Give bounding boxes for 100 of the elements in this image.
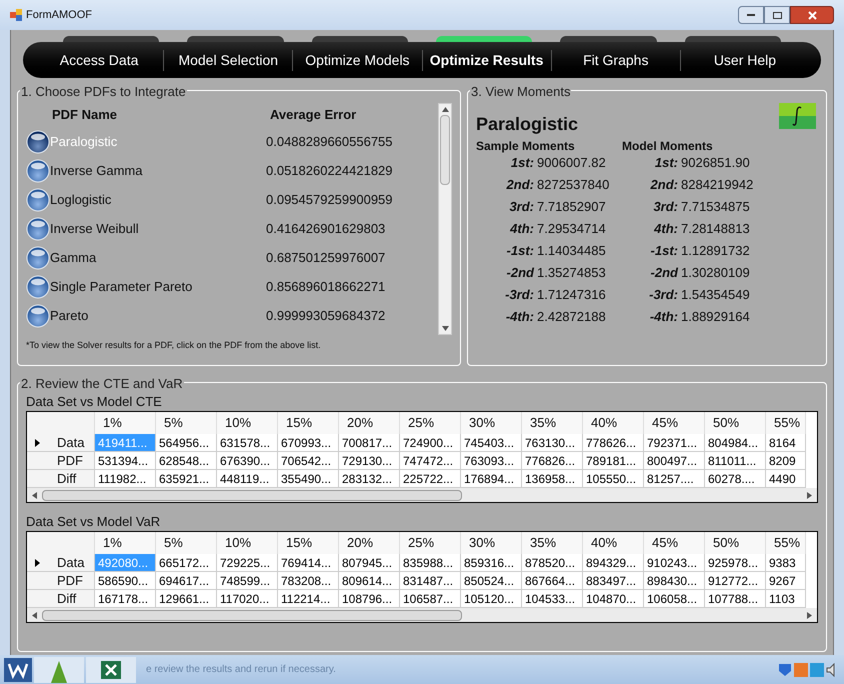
table-cell[interactable]: 789181... xyxy=(583,452,644,470)
table-cell[interactable]: 105550... xyxy=(583,470,644,488)
column-header[interactable]: 15% xyxy=(278,412,339,434)
column-header[interactable]: 15% xyxy=(278,532,339,554)
table-cell[interactable]: 747472... xyxy=(400,452,461,470)
table-cell[interactable]: 586590... xyxy=(95,572,156,590)
table-cell[interactable]: 783208... xyxy=(278,572,339,590)
vertical-scrollbar[interactable] xyxy=(438,103,452,335)
integral-icon[interactable] xyxy=(779,103,816,129)
table-cell[interactable]: 106058... xyxy=(644,590,705,608)
table-cell[interactable]: 912772... xyxy=(705,572,766,590)
pdf-list-item[interactable]: Pareto 0.999993059684372 xyxy=(26,301,438,330)
close-button[interactable] xyxy=(790,6,834,24)
row-header[interactable]: PDF xyxy=(27,572,95,590)
table-cell[interactable]: 894329... xyxy=(583,554,644,572)
pdf-list-item[interactable]: Loglogistic 0.0954579259900959 xyxy=(26,185,438,214)
table-cell[interactable]: 4490 xyxy=(766,470,806,488)
table-cell[interactable]: 670993... xyxy=(278,434,339,452)
column-header[interactable]: 40% xyxy=(583,412,644,434)
column-header[interactable]: 35% xyxy=(522,532,583,554)
column-header[interactable]: 1% xyxy=(95,412,156,434)
table-cell[interactable]: 745403... xyxy=(461,434,522,452)
table-cell[interactable]: 800497... xyxy=(644,452,705,470)
table-cell[interactable]: 283132... xyxy=(339,470,400,488)
table-cell[interactable]: 117020... xyxy=(217,590,278,608)
row-header[interactable]: Data xyxy=(27,434,95,452)
table-cell[interactable]: 531394... xyxy=(95,452,156,470)
table-cell[interactable]: 804984... xyxy=(705,434,766,452)
table-cell[interactable]: 769414... xyxy=(278,554,339,572)
table-cell[interactable]: 60278.... xyxy=(705,470,766,488)
table-cell[interactable]: 136958... xyxy=(522,470,583,488)
column-header[interactable]: 20% xyxy=(339,412,400,434)
table-cell[interactable]: 878520... xyxy=(522,554,583,572)
table-cell[interactable]: 748599... xyxy=(217,572,278,590)
table-cell[interactable]: 850524... xyxy=(461,572,522,590)
table-cell[interactable]: 105120... xyxy=(461,590,522,608)
table-cell[interactable]: 700817... xyxy=(339,434,400,452)
column-header[interactable]: 30% xyxy=(461,412,522,434)
document-app-icon[interactable] xyxy=(4,658,32,682)
tab[interactable]: Fit Graphs xyxy=(550,50,680,70)
table-cell[interactable]: 883497... xyxy=(583,572,644,590)
column-header[interactable]: 10% xyxy=(217,532,278,554)
pdf-list-item[interactable]: Inverse Weibull 0.416426901629803 xyxy=(26,214,438,243)
table-cell[interactable]: 111982... xyxy=(95,470,156,488)
table-cell[interactable]: 167178... xyxy=(95,590,156,608)
pdf-list-item[interactable]: Gamma 0.687501259976007 xyxy=(26,243,438,272)
table-cell[interactable]: 778626... xyxy=(583,434,644,452)
table-cell[interactable]: 635921... xyxy=(156,470,217,488)
table-cell[interactable]: 867664... xyxy=(522,572,583,590)
table-cell[interactable]: 763093... xyxy=(461,452,522,470)
tab[interactable]: Optimize Models xyxy=(292,50,422,70)
table-cell[interactable]: 106587... xyxy=(400,590,461,608)
table-cell[interactable]: 628548... xyxy=(156,452,217,470)
table-cell[interactable]: 665172... xyxy=(156,554,217,572)
scroll-right-icon[interactable] xyxy=(807,612,812,618)
column-header[interactable]: 5% xyxy=(156,412,217,434)
table-cell[interactable]: 809614... xyxy=(339,572,400,590)
maximize-button[interactable] xyxy=(764,6,790,24)
table-cell[interactable]: 792371... xyxy=(644,434,705,452)
table-cell[interactable]: 724900... xyxy=(400,434,461,452)
row-header[interactable]: Diff xyxy=(27,470,95,488)
scroll-down-icon[interactable] xyxy=(442,326,448,331)
column-header[interactable]: 50% xyxy=(705,532,766,554)
row-header[interactable]: PDF xyxy=(27,452,95,470)
column-header[interactable]: 20% xyxy=(339,532,400,554)
table-cell[interactable]: 564956... xyxy=(156,434,217,452)
minimize-button[interactable] xyxy=(738,6,764,24)
scroll-left-icon[interactable] xyxy=(32,612,37,618)
table-cell[interactable]: 811011... xyxy=(705,452,766,470)
table-cell[interactable]: 176894... xyxy=(461,470,522,488)
tab[interactable]: Access Data xyxy=(35,50,164,70)
column-header[interactable]: 25% xyxy=(400,532,461,554)
table-cell[interactable]: 129661... xyxy=(156,590,217,608)
scroll-right-icon[interactable] xyxy=(807,492,812,498)
table-cell[interactable]: 729130... xyxy=(339,452,400,470)
column-header[interactable]: 5% xyxy=(156,532,217,554)
row-header[interactable]: Diff xyxy=(27,590,95,608)
pdf-list-item[interactable]: Inverse Gamma 0.0518260224421829 xyxy=(26,156,438,185)
table-cell[interactable]: 676390... xyxy=(217,452,278,470)
table-cell[interactable]: 807945... xyxy=(339,554,400,572)
column-header[interactable]: 45% xyxy=(644,412,705,434)
column-header[interactable]: 25% xyxy=(400,412,461,434)
close-icon[interactable] xyxy=(808,10,816,20)
row-header[interactable]: Data xyxy=(27,554,95,572)
scroll-up-icon[interactable] xyxy=(442,107,448,112)
shield-icon[interactable] xyxy=(778,662,792,676)
table-cell[interactable]: 1103 xyxy=(766,590,806,608)
column-header[interactable]: 35% xyxy=(522,412,583,434)
table-cell[interactable]: 104870... xyxy=(583,590,644,608)
column-header[interactable]: 45% xyxy=(644,532,705,554)
column-header[interactable]: 55% xyxy=(766,532,806,554)
table-cell[interactable]: 448119... xyxy=(217,470,278,488)
table-cell[interactable]: 694617... xyxy=(156,572,217,590)
table-cell[interactable]: 910243... xyxy=(644,554,705,572)
table-cell[interactable]: 831487... xyxy=(400,572,461,590)
tab[interactable]: Model Selection xyxy=(163,50,292,70)
table-cell[interactable]: 729225... xyxy=(217,554,278,572)
tab[interactable]: Optimize Results xyxy=(422,50,551,70)
table-cell[interactable]: 107788... xyxy=(705,590,766,608)
table-cell[interactable]: 835988... xyxy=(400,554,461,572)
